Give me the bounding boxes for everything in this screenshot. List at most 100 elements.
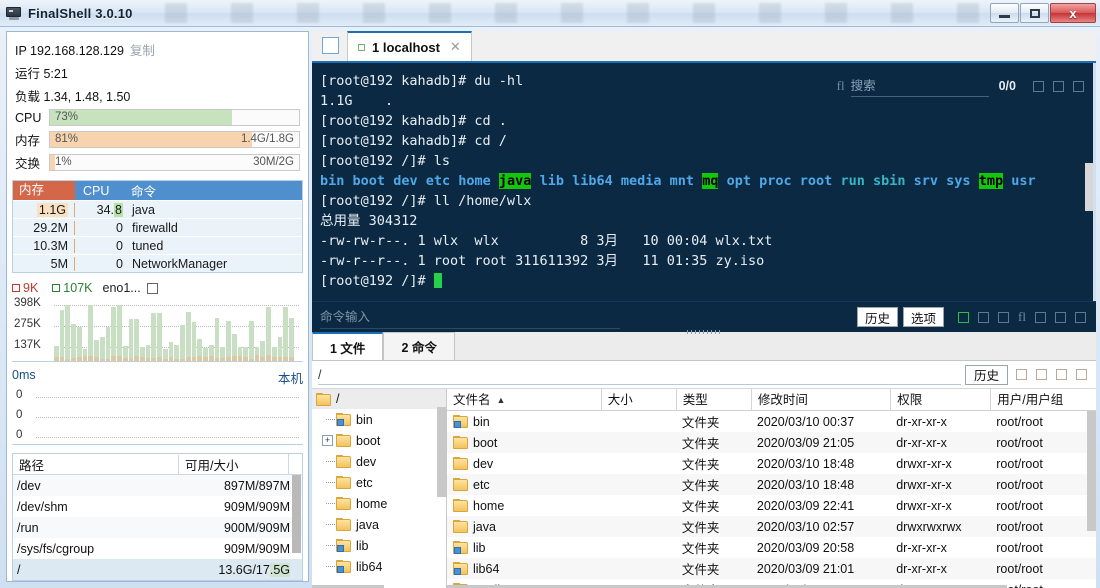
file-name-cell: java	[447, 520, 601, 534]
file-tool-1-icon[interactable]	[1016, 369, 1027, 380]
process-row[interactable]: 10.3M0tuned	[13, 236, 302, 254]
disk-scrollbar[interactable]	[292, 475, 301, 553]
process-row[interactable]: 1.1G34.8java	[13, 200, 302, 218]
main-area: 1 localhost ✕ [root@192 kahadb]# du -hl1…	[312, 31, 1096, 582]
tree-item-lib[interactable]: lib	[312, 535, 446, 556]
command-input[interactable]: 命令输入	[320, 306, 620, 329]
column-header-size[interactable]: 大小	[601, 389, 676, 411]
file-history-button[interactable]: 历史	[965, 365, 1008, 385]
disk-header-available[interactable]: 可用/大小	[178, 455, 288, 474]
network-settings-icon[interactable]	[147, 283, 158, 294]
disk-header-path[interactable]: 路径	[13, 455, 178, 474]
column-header-name-label: 文件名	[453, 389, 491, 411]
tree-item-bin[interactable]: bin	[312, 409, 446, 430]
command-tool-2-icon[interactable]	[998, 312, 1009, 323]
table-row[interactable]: bin文件夹2020/03/10 00:37dr-xr-xr-xroot/roo…	[447, 411, 1096, 432]
terminal-scrollbar[interactable]	[1085, 163, 1093, 211]
table-row[interactable]: lib64文件夹2020/03/09 21:01dr-xr-xr-xroot/r…	[447, 558, 1096, 579]
command-options-button[interactable]: 选项	[903, 307, 944, 327]
tree-item-java[interactable]: java	[312, 514, 446, 535]
table-row[interactable]: java文件夹2020/03/10 02:57drwxrwxrwxroot/ro…	[447, 516, 1096, 537]
upgrade-button[interactable]: 升级高级版	[7, 581, 308, 588]
column-header-type[interactable]: 类型	[676, 389, 751, 411]
table-row[interactable]: dev文件夹2020/03/10 18:48drwxr-xr-xroot/roo…	[447, 453, 1096, 474]
command-tool-4-icon[interactable]	[1055, 312, 1066, 323]
command-font-icon[interactable]: fl	[1018, 309, 1026, 325]
network-bar	[169, 342, 174, 361]
new-tab-button[interactable]	[322, 37, 339, 54]
process-header-cpu[interactable]: CPU	[75, 184, 127, 198]
ping-graph-section: 0ms 本机 0 0 0	[12, 368, 303, 445]
disk-row[interactable]: /dev897M/897M	[13, 475, 302, 496]
table-row[interactable]: lib文件夹2020/03/09 20:58dr-xr-xr-xroot/roo…	[447, 537, 1096, 558]
network-bar	[226, 321, 231, 361]
file-type-cell: 文件夹	[676, 454, 751, 473]
copy-ip-button[interactable]: 复制	[130, 44, 155, 58]
file-permissions-cell: dr-xr-xr-x	[890, 436, 990, 450]
terminal-ls-entry: java	[499, 173, 532, 189]
process-header-memory[interactable]: 内存	[13, 181, 75, 200]
tree-expand-icon[interactable]: +	[322, 435, 333, 446]
command-tool-5-icon[interactable]	[1075, 312, 1086, 323]
finalshell-window: FinalShell 3.0.10 x IP 192.168.128.129复制…	[0, 0, 1100, 588]
process-header-command[interactable]: 命令	[127, 181, 302, 200]
search-prev-icon[interactable]	[1033, 81, 1044, 92]
tree-vertical-scrollbar[interactable]	[437, 407, 446, 497]
folder-icon	[453, 415, 468, 428]
search-next-icon[interactable]	[1053, 81, 1064, 92]
terminal-output[interactable]: [root@192 kahadb]# du -hl1.1G .[root@192…	[312, 63, 1096, 301]
tab-commands[interactable]: 2 命令	[383, 332, 454, 360]
file-name: lib	[473, 541, 486, 555]
close-tab-icon[interactable]: ✕	[450, 39, 461, 55]
tree-item-etc[interactable]: etc	[312, 472, 446, 493]
file-name-cell: boot	[447, 436, 601, 450]
tree-item-boot[interactable]: +boot	[312, 430, 446, 451]
terminal-tab-localhost[interactable]: 1 localhost ✕	[347, 31, 472, 61]
file-list-scrollbar[interactable]	[1087, 411, 1096, 531]
process-memory: 29.2M	[13, 221, 75, 235]
table-row[interactable]: boot文件夹2020/03/09 21:05dr-xr-xr-xroot/ro…	[447, 432, 1096, 453]
disk-row[interactable]: /run900M/909M	[13, 517, 302, 538]
network-y-label-mid: 275K	[14, 318, 41, 330]
terminal-tab-strip: 1 localhost ✕	[312, 31, 1096, 63]
tree-item-lib64[interactable]: lib64	[312, 556, 446, 577]
process-command: firewalld	[127, 221, 302, 235]
file-type-cell: 文件夹	[676, 475, 751, 494]
network-interface-label: eno1...	[103, 281, 141, 295]
file-name-cell: dev	[447, 457, 601, 471]
terminal-ls-entry: run	[840, 173, 864, 189]
file-tool-2-icon[interactable]	[1036, 369, 1047, 380]
minimize-button[interactable]	[990, 3, 1019, 23]
tree-item-home[interactable]: home	[312, 493, 446, 514]
command-send-icon[interactable]	[958, 312, 969, 323]
search-icon: fl	[837, 78, 845, 94]
file-path-input[interactable]: /	[318, 365, 961, 385]
disk-row[interactable]: /dev/shm909M/909M	[13, 496, 302, 517]
splitter-grip[interactable]	[687, 330, 721, 334]
file-owner-cell: root/root	[990, 541, 1096, 555]
search-close-icon[interactable]	[1073, 81, 1084, 92]
process-row[interactable]: 5M0NetworkManager	[13, 254, 302, 272]
network-bar	[209, 345, 214, 361]
disk-row[interactable]: /sys/fs/cgroup909M/909M	[13, 538, 302, 559]
column-header-permissions[interactable]: 权限	[890, 389, 990, 411]
file-tool-3-icon[interactable]	[1056, 369, 1067, 380]
terminal-search-input[interactable]: 搜索	[851, 75, 989, 97]
column-header-name[interactable]: 文件名▲	[447, 389, 601, 411]
column-header-modified[interactable]: 修改时间	[751, 389, 890, 411]
memory-meter-label: 内存	[15, 130, 49, 149]
table-row[interactable]: home文件夹2020/03/09 22:41drwxr-xr-xroot/ro…	[447, 495, 1096, 516]
close-button[interactable]: x	[1050, 3, 1096, 23]
disk-row[interactable]: /13.6G/17.5G	[13, 559, 302, 580]
tab-files[interactable]: 1 文件	[312, 332, 383, 360]
file-tool-4-icon[interactable]	[1076, 369, 1087, 380]
command-tool-3-icon[interactable]	[1035, 312, 1046, 323]
command-history-button[interactable]: 历史	[857, 307, 898, 327]
column-header-owner[interactable]: 用户/用户组	[990, 389, 1096, 411]
tree-root-item[interactable]: /	[312, 389, 446, 409]
table-row[interactable]: etc文件夹2020/03/10 18:48drwxr-xr-xroot/roo…	[447, 474, 1096, 495]
maximize-button[interactable]	[1020, 3, 1049, 23]
command-tool-1-icon[interactable]	[978, 312, 989, 323]
process-row[interactable]: 29.2M0firewalld	[13, 218, 302, 236]
tree-item-dev[interactable]: dev	[312, 451, 446, 472]
